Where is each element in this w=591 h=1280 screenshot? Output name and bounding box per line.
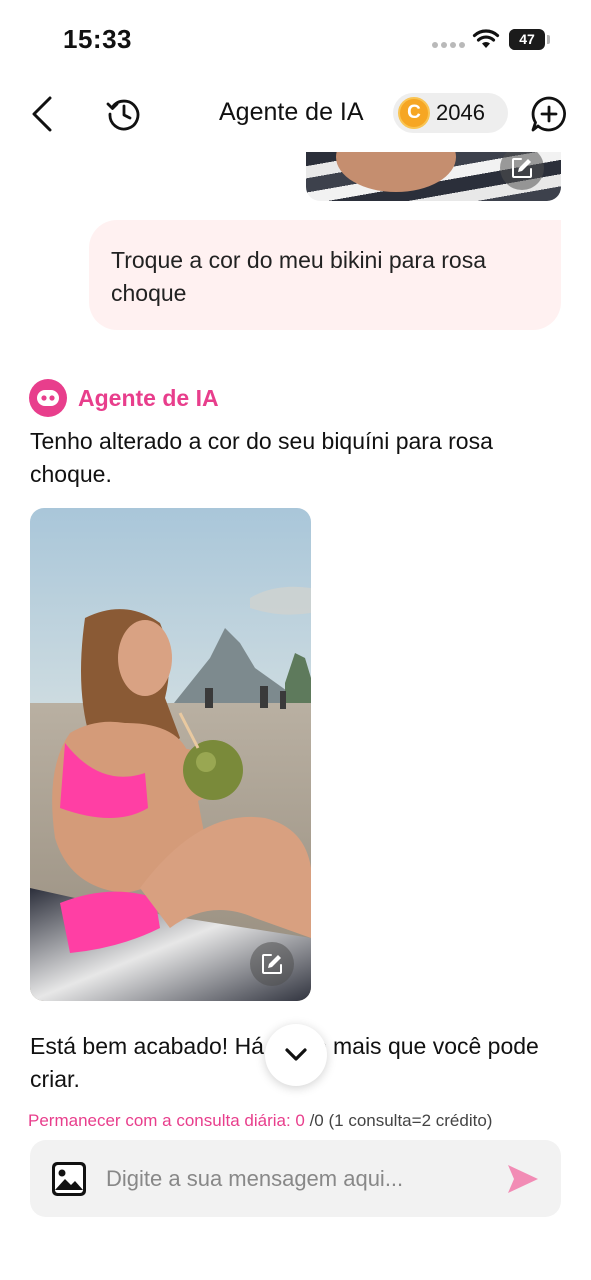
chevron-left-icon <box>32 96 52 132</box>
image-upload-button[interactable] <box>50 1160 88 1198</box>
image-detail <box>336 152 456 192</box>
back-button[interactable] <box>22 92 62 136</box>
status-time: 15:33 <box>63 24 132 54</box>
history-icon <box>106 99 140 131</box>
send-button[interactable] <box>504 1160 542 1198</box>
coin-count: 2046 <box>436 100 485 125</box>
wifi-icon <box>472 29 500 48</box>
nav-bar: Agente de IA C 2046 <box>0 80 591 152</box>
image-icon <box>52 1162 86 1196</box>
edit-image-button[interactable] <box>500 152 544 190</box>
previous-image[interactable] <box>306 152 561 201</box>
coin-balance[interactable]: C 2046 <box>393 93 508 133</box>
chevron-down-icon <box>285 1048 307 1061</box>
chat-plus-icon <box>531 96 566 132</box>
edit-icon <box>262 954 282 974</box>
robot-icon <box>29 379 67 417</box>
agent-name: Agente de IA <box>78 385 219 411</box>
cellular-signal-icon <box>432 42 465 48</box>
status-bar: 15:33 47 <box>0 0 591 80</box>
generated-image[interactable] <box>30 508 311 1001</box>
quota-detail: /0 (1 consulta=2 crédito) <box>304 1111 493 1130</box>
user-message-bubble: Troque a cor do meu bikini para rosa cho… <box>89 220 561 330</box>
message-input[interactable] <box>106 1140 486 1217</box>
battery-icon: 47 <box>509 29 545 50</box>
page-title: Agente de IA <box>219 98 364 126</box>
generated-image-picture <box>30 508 311 1001</box>
agent-reply: Tenho alterado a cor do seu biquíni para… <box>30 428 493 487</box>
edit-icon <box>512 158 532 178</box>
battery-percentage: 47 <box>519 31 535 47</box>
scroll-down-button[interactable] <box>265 1024 327 1086</box>
send-icon <box>508 1165 538 1193</box>
daily-quota-text: Permanecer com a consulta diária: 0 /0 (… <box>28 1111 492 1131</box>
quota-label: Permanecer com a consulta diária: 0 <box>28 1111 305 1130</box>
history-button[interactable] <box>104 92 144 136</box>
new-chat-button[interactable] <box>529 94 569 134</box>
battery-tip <box>547 35 550 44</box>
coin-icon: C <box>398 97 430 129</box>
message-composer <box>30 1140 561 1217</box>
edit-image-button[interactable] <box>250 942 294 986</box>
